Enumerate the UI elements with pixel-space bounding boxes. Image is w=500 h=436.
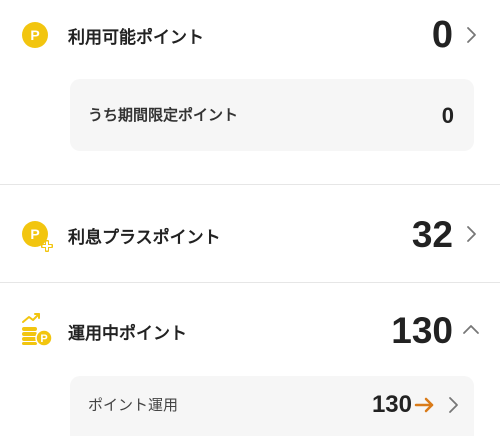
limited-points-value: 0: [441, 103, 454, 128]
p-coin-plus-icon: P: [22, 221, 53, 252]
investing-points-value: 130: [391, 310, 453, 351]
divider: [0, 282, 500, 283]
svg-text:P: P: [40, 333, 47, 345]
point-investment-value: 130: [371, 391, 412, 418]
chevron-up-icon[interactable]: [460, 319, 482, 341]
available-points-row[interactable]: P 利用可能ポイント 0: [0, 12, 500, 58]
investing-points-row[interactable]: P 運用中ポイント 130: [0, 304, 500, 356]
coin-stack-growth-icon: P: [20, 312, 54, 346]
divider: [0, 184, 500, 185]
available-points-value: 0: [431, 14, 453, 56]
interest-plus-points-row[interactable]: P 利息プラスポイント 32: [0, 208, 500, 260]
investing-points-label: 運用中ポイント: [68, 324, 187, 344]
point-investment-card[interactable]: ポイント運用 130: [70, 376, 474, 436]
chevron-right-icon[interactable]: [460, 223, 482, 245]
limited-points-label: うち期間限定ポイント: [88, 106, 239, 124]
limited-points-card: うち期間限定ポイント 0: [70, 79, 474, 151]
chevron-right-icon[interactable]: [460, 24, 482, 46]
interest-plus-points-label: 利息プラスポイント: [68, 228, 221, 248]
p-coin-icon: P: [22, 22, 48, 48]
point-investment-label: ポイント運用: [88, 396, 179, 414]
available-points-label: 利用可能ポイント: [68, 28, 204, 48]
interest-plus-points-value: 32: [411, 214, 453, 255]
arrow-right-icon: [414, 397, 434, 413]
chevron-right-icon[interactable]: [442, 394, 464, 416]
